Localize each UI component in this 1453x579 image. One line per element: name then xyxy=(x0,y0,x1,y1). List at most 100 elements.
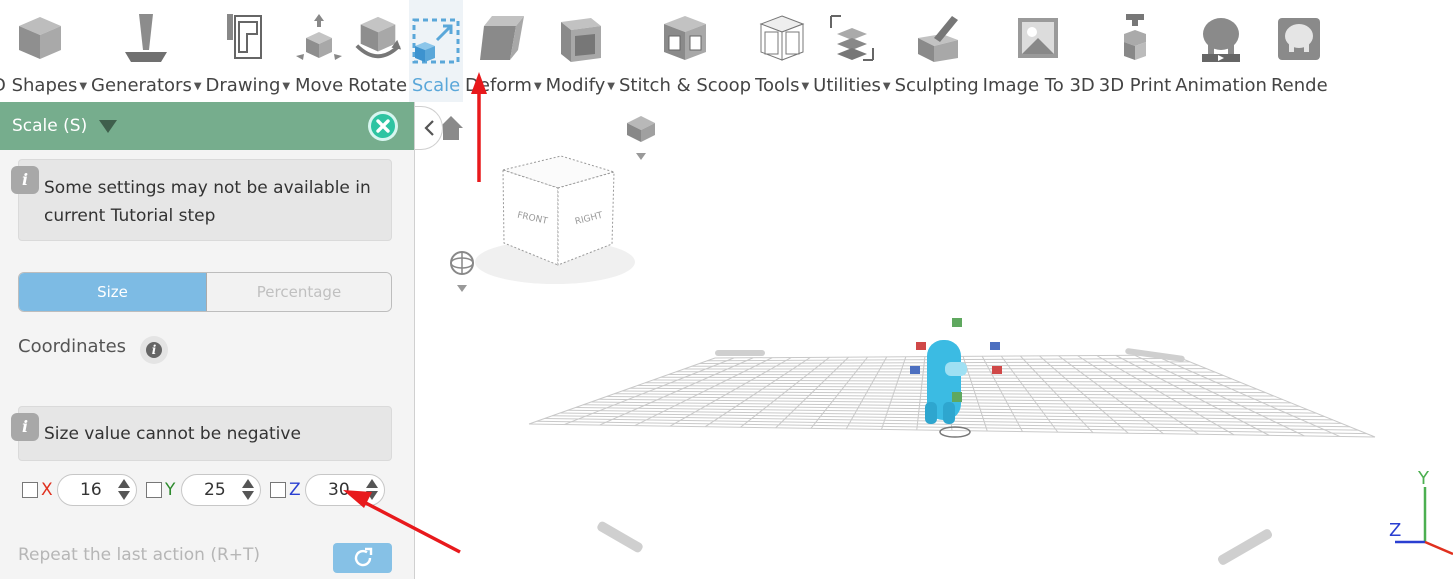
toolbar-item-utilities[interactable]: Utilities ▼ xyxy=(811,0,892,102)
toolbar-label: Scale xyxy=(411,75,461,96)
toolbar-label: Image To 3D xyxy=(982,75,1095,96)
mode-size-button[interactable]: Size xyxy=(19,273,207,311)
coordinates-info-button[interactable]: i xyxy=(140,336,168,364)
axis-x-label: X xyxy=(41,480,53,500)
axis-z-stepper[interactable] xyxy=(366,479,378,500)
axis-x-row: X 16 xyxy=(22,473,137,507)
panel-header[interactable]: Scale (S) xyxy=(0,102,414,150)
chevron-down-icon: ▼ xyxy=(607,80,615,92)
decrement-icon[interactable] xyxy=(242,491,254,500)
toolbar-item-scale[interactable]: Scale xyxy=(409,0,464,102)
toolbar-label: Utilities xyxy=(813,75,881,96)
axis-z-value: 30 xyxy=(328,480,350,500)
utilities-icon xyxy=(827,9,877,67)
toolbar-item-image-to-3d[interactable]: Image To 3D xyxy=(981,0,1097,102)
toolbar-label: Drawing xyxy=(205,75,281,96)
toolbar-label: D Shapes xyxy=(0,75,78,96)
toolbar-label: Tools xyxy=(755,75,800,96)
main-toolbar: D Shapes ▼ Generators ▼ Drawing ▼ Move Rota… xyxy=(0,0,1453,103)
axis-z-checkbox[interactable] xyxy=(270,482,286,498)
coordinates-label: Coordinates xyxy=(18,336,127,357)
toolbar-label: Animation xyxy=(1175,75,1267,96)
orbit-icon[interactable] xyxy=(450,251,474,292)
axis-y-indicator: Y xyxy=(1417,468,1430,489)
tutorial-info-box: i Some settings may not be available in … xyxy=(11,159,392,241)
modify-icon xyxy=(555,9,605,67)
negative-size-info-box: i Size value cannot be negative xyxy=(11,406,392,461)
toolbar-label: Generators xyxy=(91,75,192,96)
toolbar-item-rotate[interactable]: Rotate xyxy=(346,0,409,102)
toolbar-item-tools[interactable]: Tools ▼ xyxy=(753,0,811,102)
panel-title: Scale (S) xyxy=(12,116,88,136)
info-icon: i xyxy=(11,166,39,194)
axis-y-stepper[interactable] xyxy=(242,479,254,500)
axis-y-checkbox[interactable] xyxy=(146,482,162,498)
axis-y-size-input[interactable]: 25 xyxy=(181,474,261,506)
increment-icon[interactable] xyxy=(366,479,378,488)
cube-icon xyxy=(15,9,65,67)
increment-icon[interactable] xyxy=(242,479,254,488)
mode-percentage-button[interactable]: Percentage xyxy=(207,273,391,311)
chevron-left-icon xyxy=(423,120,434,136)
close-button[interactable] xyxy=(368,111,398,141)
drawing-icon xyxy=(223,9,273,67)
toolbar-item-render[interactable]: Rende xyxy=(1269,0,1330,102)
3d-print-icon xyxy=(1110,9,1160,67)
move-icon xyxy=(294,9,344,67)
toolbar-label: Rende xyxy=(1270,75,1328,96)
repeat-last-action-button[interactable] xyxy=(333,543,392,573)
scale-panel: Scale (S) i Some settings may not be ava… xyxy=(0,102,415,579)
axis-x-checkbox[interactable] xyxy=(22,482,38,498)
toolbar-label: Sculpting xyxy=(894,75,979,96)
toolbar-item-modify[interactable]: Modify ▼ xyxy=(544,0,617,102)
repeat-last-action-label: Repeat the last action (R+T) xyxy=(18,545,261,565)
toolbar-item-deform[interactable]: Deform ▼ xyxy=(463,0,544,102)
toolbar-label: Modify xyxy=(545,75,606,96)
toolbar-label: Deform xyxy=(465,75,532,96)
chevron-down-icon: ▼ xyxy=(801,80,810,92)
axis-x-value: 16 xyxy=(80,480,102,500)
info-text: Size value cannot be negative xyxy=(44,424,301,444)
toolbar-item-animation[interactable]: Animation xyxy=(1173,0,1269,102)
axis-x-stepper[interactable] xyxy=(118,479,130,500)
decrement-icon[interactable] xyxy=(118,491,130,500)
close-icon xyxy=(371,114,395,138)
scale-icon xyxy=(411,9,461,67)
rotate-icon xyxy=(353,9,403,67)
chevron-down-icon: ▼ xyxy=(282,80,291,92)
toolbar-item-move[interactable]: Move xyxy=(292,0,346,102)
selected-object[interactable] xyxy=(925,340,971,438)
chevron-down-icon: ▼ xyxy=(533,80,542,92)
toolbar-item-sculpting[interactable]: Sculpting xyxy=(893,0,981,102)
chevron-down-icon: ▼ xyxy=(882,80,891,92)
chevron-down-icon[interactable] xyxy=(99,119,118,133)
increment-icon[interactable] xyxy=(118,479,130,488)
view-cube[interactable]: FRONT RIGHT xyxy=(475,155,635,284)
image-to-3d-icon xyxy=(1014,9,1064,67)
axis-y-value: 25 xyxy=(204,480,226,500)
toolbar-label: Rotate xyxy=(348,75,408,96)
info-icon: i xyxy=(146,342,162,358)
render-icon xyxy=(1274,9,1324,67)
axis-z-size-input[interactable]: 30 xyxy=(305,474,385,506)
toolbar-label: 3D Print xyxy=(1098,75,1172,96)
axis-y-label: Y xyxy=(165,480,176,500)
decrement-icon[interactable] xyxy=(366,491,378,500)
axis-x-size-input[interactable]: 16 xyxy=(57,474,137,506)
toolbar-item-generators[interactable]: Generators ▼ xyxy=(89,0,204,102)
refresh-icon xyxy=(354,547,372,567)
axis-z-label: Z xyxy=(289,480,301,500)
axis-y-row: Y 25 xyxy=(146,473,261,507)
toolbar-item-3d-shapes[interactable]: D Shapes ▼ xyxy=(0,0,89,102)
sculpting-icon xyxy=(912,9,962,67)
toolbar-item-drawing[interactable]: Drawing ▼ xyxy=(204,0,293,102)
info-icon: i xyxy=(11,413,39,441)
toolbar-item-stitch-scoop[interactable]: Stitch & Scoop xyxy=(617,0,753,102)
toolbar-label: Move xyxy=(294,75,344,96)
info-text: Some settings may not be available in cu… xyxy=(44,178,371,226)
chevron-down-icon: ▼ xyxy=(193,80,202,92)
view-orientation-icon[interactable] xyxy=(627,116,655,160)
3d-viewport[interactable]: FRONT RIGHT Y Z xyxy=(415,102,1453,579)
toolbar-label: Stitch & Scoop xyxy=(619,75,752,96)
toolbar-item-3d-print[interactable]: 3D Print xyxy=(1097,0,1173,102)
